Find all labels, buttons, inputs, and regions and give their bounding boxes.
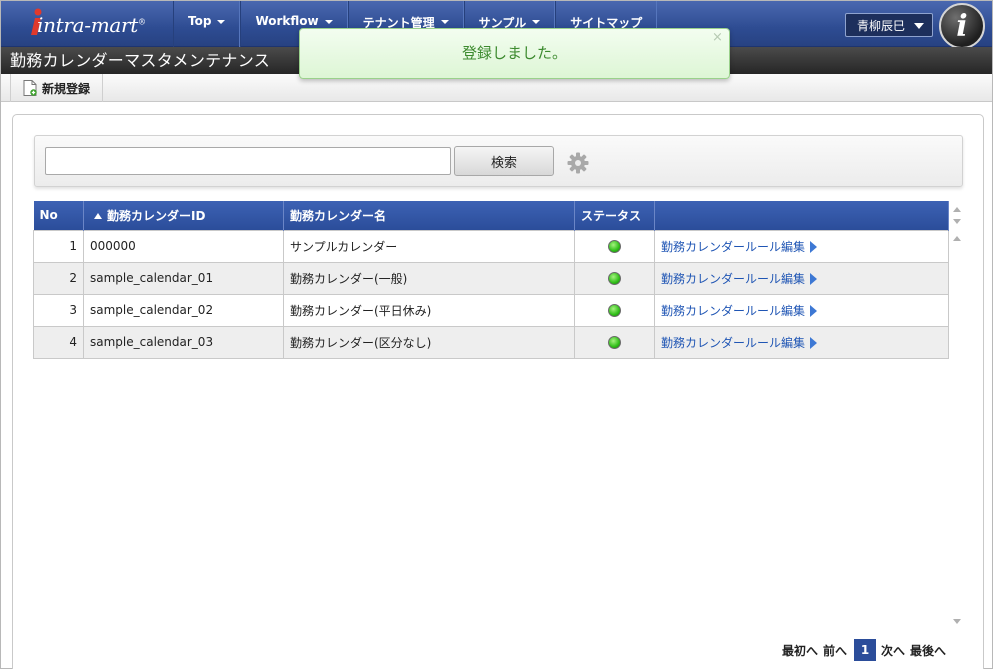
chevron-down-icon	[324, 20, 333, 24]
column-header-id[interactable]: 勤務カレンダーID	[83, 201, 284, 230]
edit-calendar-rule-link[interactable]: 勤務カレンダールール編集	[661, 304, 805, 318]
table-row[interactable]: 3 sample_calendar_02 勤務カレンダー(平日休み) 勤務カレン…	[33, 293, 949, 327]
search-button[interactable]: 検索	[454, 146, 554, 176]
search-input[interactable]	[45, 147, 451, 175]
cell-id: 000000	[83, 229, 284, 263]
cell-no: 1	[33, 229, 84, 263]
user-menu-button[interactable]: 青柳辰巳	[845, 13, 933, 37]
cell-action: 勤務カレンダールール編集	[654, 293, 949, 327]
new-register-button[interactable]: 新規登録	[10, 74, 104, 102]
nav-top[interactable]: Top	[173, 1, 241, 47]
status-active-icon	[608, 304, 621, 317]
close-icon[interactable]: ×	[712, 31, 723, 44]
table-row[interactable]: 2 sample_calendar_01 勤務カレンダー(一般) 勤務カレンダー…	[33, 261, 949, 295]
cell-status	[574, 229, 655, 263]
edit-calendar-rule-link[interactable]: 勤務カレンダールール編集	[661, 272, 805, 286]
cell-action: 勤務カレンダールール編集	[654, 325, 949, 359]
cell-action: 勤務カレンダールール編集	[654, 229, 949, 263]
pager-current-page[interactable]: 1	[854, 639, 877, 661]
scroll-up-icon[interactable]	[953, 207, 961, 212]
status-active-icon	[608, 240, 621, 253]
cell-id: sample_calendar_03	[83, 325, 284, 359]
pager-next[interactable]: 次へ	[881, 642, 905, 659]
success-toast: 登録しました。 ×	[299, 28, 730, 79]
status-active-icon	[608, 336, 621, 349]
chevron-down-icon	[440, 20, 449, 24]
cell-status	[574, 293, 655, 327]
arrow-right-icon[interactable]	[810, 241, 818, 253]
cell-no: 3	[33, 293, 84, 327]
toast-message: 登録しました。	[461, 44, 567, 62]
cell-status	[574, 261, 655, 295]
table-row[interactable]: 1 000000 サンプルカレンダー 勤務カレンダールール編集	[33, 229, 949, 263]
column-header-action	[654, 201, 949, 230]
cell-name: 勤務カレンダー(一般)	[283, 261, 575, 295]
cell-id: sample_calendar_01	[83, 261, 284, 295]
scroll-up-icon[interactable]	[953, 236, 961, 241]
arrow-right-icon[interactable]	[810, 305, 818, 317]
column-header-status[interactable]: ステータス	[574, 201, 655, 230]
pager-last[interactable]: 最後へ	[910, 642, 946, 659]
content-panel: 検索 No 勤務カレンダーID 勤務カレンダー名 ステータス 1 000000 …	[12, 114, 984, 669]
gear-icon[interactable]	[567, 152, 589, 174]
column-header-name[interactable]: 勤務カレンダー名	[283, 201, 575, 230]
pagination: 最初へ 前へ 1 次へ 最後へ	[782, 638, 951, 662]
cell-action: 勤務カレンダールール編集	[654, 261, 949, 295]
column-header-no[interactable]: No	[33, 201, 84, 230]
cell-status	[574, 325, 655, 359]
cell-name: 勤務カレンダー(区分なし)	[283, 325, 575, 359]
intra-mart-logo[interactable]: intra-mart®	[15, 7, 165, 41]
edit-calendar-rule-link[interactable]: 勤務カレンダールール編集	[661, 336, 805, 350]
pager-first[interactable]: 最初へ	[782, 642, 818, 659]
status-active-icon	[608, 272, 621, 285]
arrow-right-icon[interactable]	[810, 273, 818, 285]
scroll-down-icon[interactable]	[953, 619, 961, 624]
new-document-icon	[23, 80, 37, 96]
table-scrollbar[interactable]	[950, 201, 964, 631]
cell-id: sample_calendar_02	[83, 293, 284, 327]
chevron-down-icon	[914, 23, 924, 29]
logo-wordmark: intra-mart®	[37, 13, 146, 37]
chevron-down-icon	[217, 20, 226, 24]
scroll-down-icon[interactable]	[953, 219, 961, 224]
table-header-row: No 勤務カレンダーID 勤務カレンダー名 ステータス	[33, 201, 949, 230]
cell-no: 2	[33, 261, 84, 295]
table-row[interactable]: 4 sample_calendar_03 勤務カレンダー(区分なし) 勤務カレン…	[33, 325, 949, 359]
intra-mart-badge-icon[interactable]: i	[939, 3, 985, 49]
cell-no: 4	[33, 325, 84, 359]
chevron-down-icon	[532, 20, 541, 24]
cell-name: 勤務カレンダー(平日休み)	[283, 293, 575, 327]
search-area: 検索	[34, 135, 963, 187]
pager-prev[interactable]: 前へ	[823, 642, 847, 659]
sort-ascending-icon	[94, 212, 102, 219]
user-name: 青柳辰巳	[857, 18, 906, 33]
cell-name: サンプルカレンダー	[283, 229, 575, 263]
calendar-table: No 勤務カレンダーID 勤務カレンダー名 ステータス 1 000000 サンプ…	[33, 201, 949, 359]
edit-calendar-rule-link[interactable]: 勤務カレンダールール編集	[661, 240, 805, 254]
arrow-right-icon[interactable]	[810, 337, 818, 349]
